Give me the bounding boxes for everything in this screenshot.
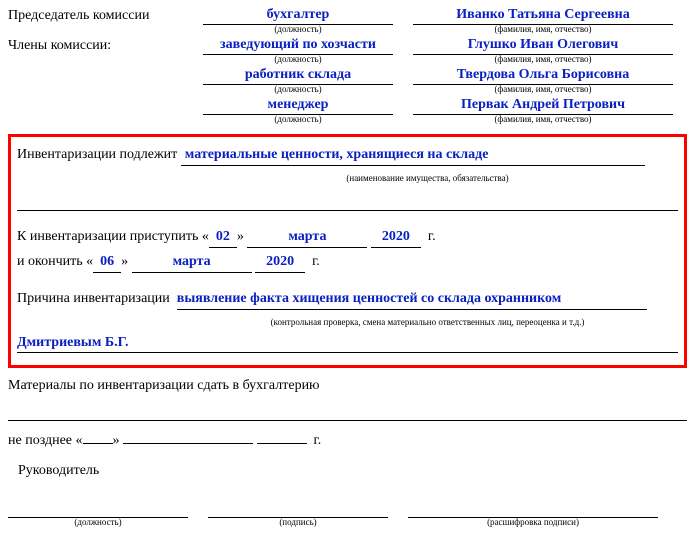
close-quote: »	[237, 229, 244, 244]
position-sublabel: (должность)	[203, 24, 393, 34]
member-row: Члены комиссии: заведующий по хозчасти (…	[8, 36, 687, 64]
reason-line: Причина инвентаризации выявление факта х…	[17, 289, 678, 310]
year-suffix: г.	[312, 254, 320, 269]
reason-continuation: Дмитриевым Б.Г.	[17, 334, 678, 353]
materials-line: Материалы по инвентаризации сдать в бухг…	[8, 376, 687, 396]
start-date-line: К инвентаризации приступить «02» марта 2…	[17, 227, 678, 248]
sig-position-field	[8, 499, 188, 518]
deadline-year	[257, 443, 307, 444]
end-date-line: и окончить «06» марта 2020 г.	[17, 252, 678, 273]
blank-line	[8, 402, 687, 421]
end-year: 2020	[255, 252, 305, 273]
member-name: Глушко Иван Олегович	[413, 36, 673, 55]
start-year: 2020	[371, 227, 421, 248]
leader-label: Руководитель	[18, 463, 99, 478]
end-day: 06	[93, 252, 121, 273]
sig-sign-label: (подпись)	[208, 517, 388, 527]
end-month: марта	[132, 252, 252, 273]
highlighted-section: Инвентаризации подлежит материальные цен…	[8, 134, 687, 368]
start-day: 02	[209, 227, 237, 248]
deadline-label: не позднее «	[8, 433, 83, 448]
chairman-position: бухгалтер	[203, 6, 393, 25]
reason-sublabel: (контрольная проверка, смена материально…	[271, 317, 585, 327]
reason-label: Причина инвентаризации	[17, 291, 170, 306]
chairman-name: Иванко Татьяна Сергеевна	[413, 6, 673, 25]
member-name: Твердова Ольга Борисовна	[413, 66, 673, 85]
leader-line: Руководитель	[8, 461, 687, 481]
reason-value: выявление факта хищения ценностей со скл…	[177, 289, 647, 310]
subject-value: материальные ценности, хранящиеся на скл…	[181, 145, 645, 166]
sig-sign-field	[208, 499, 388, 518]
subject-label: Инвентаризации подлежит	[17, 147, 177, 162]
member-name: Первак Андрей Петрович	[413, 96, 673, 115]
sig-decipher-label: (расшифровка подписи)	[408, 517, 658, 527]
deadline-day	[83, 443, 113, 444]
materials-label: Материалы по инвентаризации сдать в бухг…	[8, 378, 320, 393]
member-position: заведующий по хозчасти	[203, 36, 393, 55]
name-sublabel: (фамилия, имя, отчество)	[413, 24, 673, 34]
name-sublabel: (фамилия, имя, отчество)	[413, 114, 673, 124]
member-position: работник склада	[203, 66, 393, 85]
name-sublabel: (фамилия, имя, отчество)	[413, 84, 673, 94]
sig-position-label: (должность)	[8, 517, 188, 527]
close-quote: »	[121, 254, 128, 269]
position-sublabel: (должность)	[203, 84, 393, 94]
sig-decipher-field	[408, 499, 658, 518]
position-sublabel: (должность)	[203, 54, 393, 64]
deadline-month	[123, 443, 253, 444]
deadline-line: не позднее « » г.	[8, 431, 687, 451]
member-position: менеджер	[203, 96, 393, 115]
start-month: марта	[247, 227, 367, 248]
position-sublabel: (должность)	[203, 114, 393, 124]
subject-line: Инвентаризации подлежит материальные цен…	[17, 145, 678, 166]
members-label: Члены комиссии:	[8, 36, 203, 54]
member-row: работник склада (должность) Твердова Оль…	[8, 66, 687, 94]
subject-sublabel: (наименование имущества, обязательства)	[346, 173, 508, 183]
year-suffix: г.	[428, 229, 436, 244]
chairman-row: Председатель комиссии бухгалтер (должнос…	[8, 6, 687, 34]
chairman-label: Председатель комиссии	[8, 6, 203, 24]
end-label: и окончить «	[17, 254, 93, 269]
year-suffix: г.	[314, 433, 322, 448]
start-label: К инвентаризации приступить «	[17, 229, 209, 244]
name-sublabel: (фамилия, имя, отчество)	[413, 54, 673, 64]
signature-row: (должность) (подпись) (расшифровка подпи…	[8, 499, 687, 527]
deadline-close: »	[113, 433, 120, 448]
member-row: менеджер (должность) Первак Андрей Петро…	[8, 96, 687, 124]
blank-line	[17, 192, 678, 211]
